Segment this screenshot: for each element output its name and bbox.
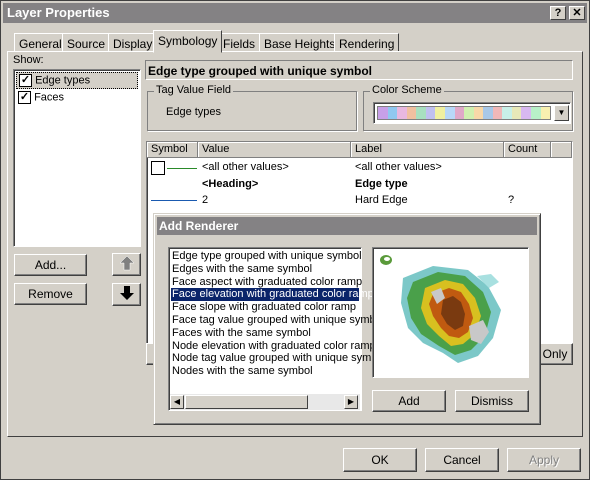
tab-base-heights[interactable]: Base Heights [259,33,341,52]
renderer-list-item[interactable]: Edge type grouped with unique symbol [171,250,362,263]
edge-types-checkbox[interactable]: ✓ [19,74,32,87]
renderer-heading: Edge type grouped with unique symbol [145,60,573,80]
window-title: Layer Properties [7,5,110,20]
symbol-line [167,168,197,169]
row-value: <Heading> [202,178,259,190]
row-value: <all other values> [202,161,289,173]
color-swatch [378,107,388,119]
add-layer-button[interactable]: Add... [14,254,87,276]
color-scheme-select[interactable]: ▼ [373,102,571,124]
show-label: Show: [13,54,44,66]
remove-layer-button[interactable]: Remove [14,283,87,305]
color-swatch [425,107,436,119]
symbol-swatch [151,161,165,175]
symbol-line [151,200,197,201]
add-renderer-title[interactable]: Add Renderer [157,217,537,235]
faces-label: Faces [34,91,65,104]
color-swatch [387,107,398,119]
move-up-button[interactable] [112,253,141,276]
row-label: Edge type [355,178,408,190]
title-bar[interactable]: Layer Properties ? ✕ [3,3,587,23]
layer-properties-window: Layer Properties ? ✕ General Source Disp… [0,0,590,480]
renderer-list-item[interactable]: Face elevation with graduated color ramp [171,288,374,302]
color-swatch [406,107,417,119]
renderer-list-item[interactable]: Face slope with graduated color ramp [171,301,359,314]
column-header-blank [551,142,572,158]
tag-value-field-group: Tag Value Field Edge types [147,84,357,131]
column-header-label[interactable]: Label [351,142,504,158]
row-label: <all other values> [355,161,442,173]
renderer-preview [372,247,529,378]
color-swatch [473,107,484,119]
tab-rendering[interactable]: Rendering [334,33,400,52]
column-header-count[interactable]: Count [504,142,551,158]
renderer-list-item[interactable]: Nodes with the same symbol [171,365,359,378]
tab-source[interactable]: Source [62,33,111,52]
scroll-left-icon[interactable]: ◀ [170,395,184,409]
show-list: ✓ Edge types ✓ Faces [13,69,141,247]
tab-symbology[interactable]: Symbology [153,30,223,53]
column-header-symbol[interactable]: Symbol [147,142,198,158]
renderer-list-item[interactable]: Node elevation with graduated color ramp [171,340,376,353]
list-item[interactable]: ✓ Edge types [16,72,138,89]
dismiss-button[interactable]: Dismiss [455,390,529,412]
apply-button[interactable]: Apply [507,448,581,472]
color-swatch [483,107,493,119]
color-swatch [531,107,541,119]
color-swatch [511,107,522,119]
color-swatch [454,107,465,119]
color-swatch [416,107,426,119]
renderer-list-item[interactable]: Face tag value grouped with unique symbo… [171,314,384,327]
faces-checkbox[interactable]: ✓ [18,91,31,104]
color-swatch [397,107,407,119]
color-scheme-label: Color Scheme [370,84,444,96]
tag-value-field-label: Tag Value Field [154,84,234,96]
help-button[interactable]: ? [550,6,566,20]
renderer-add-button[interactable]: Add [372,390,446,412]
edge-types-label: Edge types [35,74,91,87]
arrow-up-icon [118,255,135,271]
row-value: 2 [202,194,209,206]
renderer-list-item[interactable]: Face aspect with graduated color ramp [171,276,362,289]
horizontal-scrollbar[interactable]: ◀ ▶ [170,394,360,410]
arrow-down-icon [119,286,134,300]
scroll-right-icon[interactable]: ▶ [344,395,358,409]
add-renderer-dialog: Add Renderer Edge type grouped with uniq… [153,213,541,425]
chevron-down-icon[interactable]: ▼ [554,105,569,121]
ok-button[interactable]: OK [343,448,417,472]
color-scheme-group: Color Scheme ▼ [363,84,573,131]
row-label: Hard Edge [355,194,408,206]
color-swatch [521,107,531,119]
color-swatch [435,107,445,119]
tab-general[interactable]: General [14,33,67,52]
terrain-preview-image [380,255,501,363]
only-button[interactable]: Only [537,343,573,365]
close-button[interactable]: ✕ [569,6,585,20]
tab-fields[interactable]: Fields [218,33,261,52]
tab-display[interactable]: Display [108,33,158,52]
scrollbar-thumb[interactable] [185,395,308,409]
color-swatch [540,107,551,119]
renderer-list-item[interactable]: Edges with the same symbol [171,263,359,276]
renderer-list-item[interactable]: Faces with the same symbol [171,327,359,340]
cancel-button[interactable]: Cancel [425,448,499,472]
color-swatch [444,107,455,119]
move-down-button[interactable] [112,283,141,306]
color-swatch [464,107,474,119]
list-item[interactable]: ✓ Faces [16,90,138,107]
color-swatch [502,107,512,119]
renderer-list[interactable]: Edge type grouped with unique symbol Edge… [168,247,386,411]
column-header-value[interactable]: Value [198,142,351,158]
color-ramp-preview [377,106,551,120]
color-swatch [492,107,503,119]
tag-value-field-value: Edge types [166,106,222,118]
row-count: ? [508,194,515,206]
renderer-list-item[interactable]: Node tag value grouped with unique symbo… [171,352,386,365]
